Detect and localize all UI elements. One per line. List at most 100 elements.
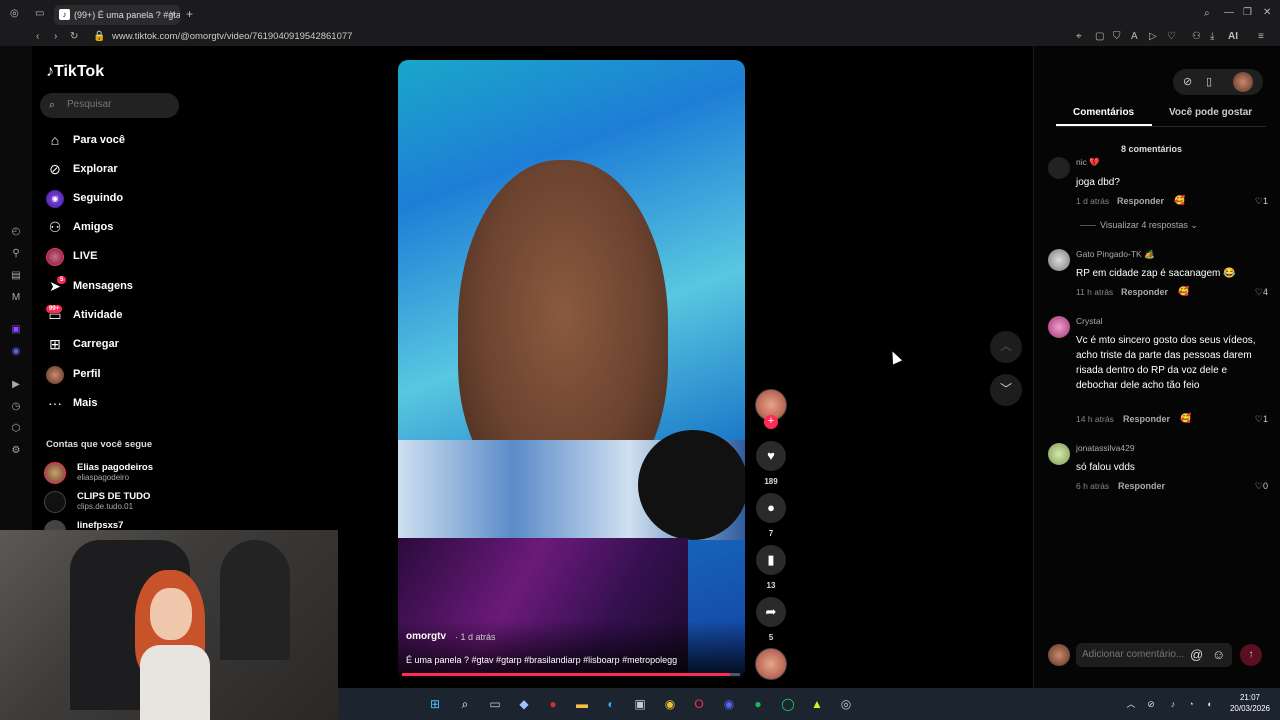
translate-icon[interactable]: A <box>1131 31 1138 42</box>
avatar[interactable] <box>1048 316 1070 338</box>
following-account[interactable]: Elias pagodeiros eliaspagodeiro <box>44 461 184 487</box>
video-caption[interactable]: É uma panela ? #gtav #gtarp #brasilandia… <box>406 655 677 665</box>
comment-user[interactable]: Crystal <box>1076 316 1102 326</box>
nav-explore[interactable]: ⊘ Explorar <box>40 157 185 183</box>
nav-more[interactable]: ··· Mais <box>40 391 185 417</box>
like-button[interactable]: ♥ <box>756 441 786 471</box>
new-tab-icon[interactable]: + <box>186 7 193 21</box>
back-icon[interactable]: ‹ <box>36 31 39 42</box>
screenshot-icon[interactable]: ▢ <box>1095 31 1104 42</box>
reload-icon[interactable]: ↻ <box>70 31 78 42</box>
whatsapp-icon[interactable]: ◯ <box>781 697 795 711</box>
discord-icon[interactable]: ◉ <box>722 697 736 711</box>
history-icon[interactable]: ◴ <box>10 226 22 238</box>
avatar[interactable] <box>1048 443 1070 465</box>
mic-icon[interactable]: ♪ <box>1166 697 1180 711</box>
nav-activity[interactable]: ▭ 99+ Atividade <box>40 303 185 329</box>
task-view-icon[interactable]: ▭ <box>488 697 502 711</box>
follow-plus-button[interactable]: + <box>764 415 778 429</box>
shield-icon[interactable]: ⛉ <box>1113 31 1121 42</box>
reply-button[interactable]: Responder <box>1117 196 1164 206</box>
comment-user[interactable]: nic 💔 <box>1076 157 1100 168</box>
download-icon[interactable]: ⤓ <box>1210 31 1214 42</box>
wallet-icon[interactable]: ⚲ <box>10 248 22 260</box>
search-input[interactable] <box>67 99 167 110</box>
emoji-icon[interactable]: ☺ <box>1212 647 1225 662</box>
spotify-icon[interactable]: ● <box>751 697 765 711</box>
previous-video-button[interactable]: ︿ <box>990 331 1022 363</box>
steam-icon[interactable]: ◎ <box>839 697 853 711</box>
network-icon[interactable]: ⊘ <box>1144 697 1158 711</box>
reply-button[interactable]: Responder <box>1118 481 1165 491</box>
m365-icon[interactable]: ◆ <box>517 697 531 711</box>
video-author[interactable]: omorgtv <box>406 631 446 642</box>
comment-like[interactable]: ♡1 <box>1255 414 1268 425</box>
next-video-button[interactable]: ﹀ <box>990 374 1022 406</box>
volume-icon[interactable]: ◖ <box>1202 697 1216 711</box>
nav-live[interactable]: LIVE <box>40 244 185 270</box>
comment-like[interactable]: ♡0 <box>1255 481 1268 492</box>
messenger-icon[interactable]: M <box>10 292 22 304</box>
mobile-icon[interactable]: ▯ <box>1206 75 1212 88</box>
nav-upload[interactable]: ⊞ Carregar <box>40 332 185 358</box>
clock-icon[interactable]: ◷ <box>10 401 22 413</box>
player-icon[interactable]: ▶ <box>10 379 22 391</box>
compass-icon[interactable]: ⊘ <box>1183 75 1192 88</box>
wifi-icon[interactable]: ◔ <box>1184 697 1198 711</box>
edge-icon[interactable]: ◐ <box>604 697 618 711</box>
nav-for-you[interactable]: ⌂ Para você <box>40 128 185 154</box>
maximize-icon[interactable]: ❐ <box>1243 7 1252 18</box>
tiktok-logo[interactable]: ♪TikTok <box>46 63 104 81</box>
nav-profile[interactable]: Perfil <box>40 362 185 388</box>
tab-suggested[interactable]: Você pode gostar <box>1169 107 1252 118</box>
windows-start-icon[interactable]: ⊞ <box>428 697 442 711</box>
ai-button[interactable]: AI <box>1228 31 1238 42</box>
discord-icon[interactable]: ◉ <box>10 346 22 358</box>
music-disc[interactable] <box>755 648 787 680</box>
comment-user[interactable]: jonatassilva429 <box>1076 443 1135 453</box>
nav-messages[interactable]: ➤ 5 Mensagens <box>40 274 185 300</box>
app-icon[interactable]: ▲ <box>810 697 824 711</box>
nav-friends[interactable]: ⚇ Amigos <box>40 215 185 241</box>
close-window-icon[interactable]: ✕ <box>1263 7 1271 18</box>
tab-manager-icon[interactable]: ▭ <box>35 8 44 19</box>
add-comment-input[interactable] <box>1082 649 1192 660</box>
browser-logo-icon[interactable]: ◎ <box>10 8 19 19</box>
browser-tab[interactable]: ♪ (99+) É uma panela ? #gtav ✕ <box>54 5 180 25</box>
following-account[interactable]: CLIPS DE TUDO clips.de.tudo.01 <box>44 490 184 516</box>
view-replies-button[interactable]: Visualizar 4 respostas ⌄ <box>1080 220 1198 231</box>
share-button[interactable]: ➦ <box>756 597 786 627</box>
opera-icon[interactable]: O <box>692 697 706 711</box>
comment-button[interactable]: ● <box>756 493 786 523</box>
tab-close-icon[interactable]: ✕ <box>168 9 176 20</box>
menu-icon[interactable]: ≡ <box>1258 31 1264 42</box>
comment-like[interactable]: ♡1 <box>1255 196 1268 207</box>
video-progress-bar[interactable] <box>402 673 740 676</box>
taskbar-clock[interactable]: 21:07 20/03/2026 <box>1222 692 1278 714</box>
avatar[interactable] <box>1048 249 1070 271</box>
search-icon[interactable]: ⌕ <box>458 697 472 711</box>
tab-comments[interactable]: Comentários <box>1073 107 1134 118</box>
bookmark-icon[interactable]: ⌖ <box>1076 31 1082 42</box>
save-button[interactable]: ▮ <box>756 545 786 575</box>
tray-chevron-icon[interactable]: ︿ <box>1124 697 1138 711</box>
comment-user[interactable]: Gato Pingado-TK 🏕️ <box>1076 249 1155 260</box>
chrome-icon[interactable]: ◉ <box>663 697 677 711</box>
url-text[interactable]: www.tiktok.com/@omorgtv/video/7619040919… <box>112 31 352 42</box>
app-icon[interactable]: ● <box>546 697 560 711</box>
extensions-icon[interactable]: ⬡ <box>10 423 22 435</box>
play-icon[interactable]: ▷ <box>1149 31 1157 42</box>
store-icon[interactable]: ▣ <box>633 697 647 711</box>
profile-icon[interactable]: ⚇ <box>1192 31 1201 42</box>
heart-outline-icon[interactable]: ♡ <box>1167 31 1176 42</box>
avatar[interactable] <box>1048 157 1070 179</box>
video-player[interactable]: omorgtv · 1 d atrás É uma panela ? #gtav… <box>398 60 745 678</box>
search-tabs-icon[interactable]: ⌕ <box>1204 8 1210 19</box>
reply-button[interactable]: Responder <box>1121 287 1168 297</box>
minimize-icon[interactable]: — <box>1224 7 1234 18</box>
user-avatar[interactable] <box>1233 72 1253 92</box>
lock-icon[interactable]: 🔒 <box>93 31 105 42</box>
file-explorer-icon[interactable]: ▬ <box>575 697 589 711</box>
twitch-icon[interactable]: ▣ <box>10 324 22 336</box>
settings-icon[interactable]: ⚙ <box>10 445 22 457</box>
